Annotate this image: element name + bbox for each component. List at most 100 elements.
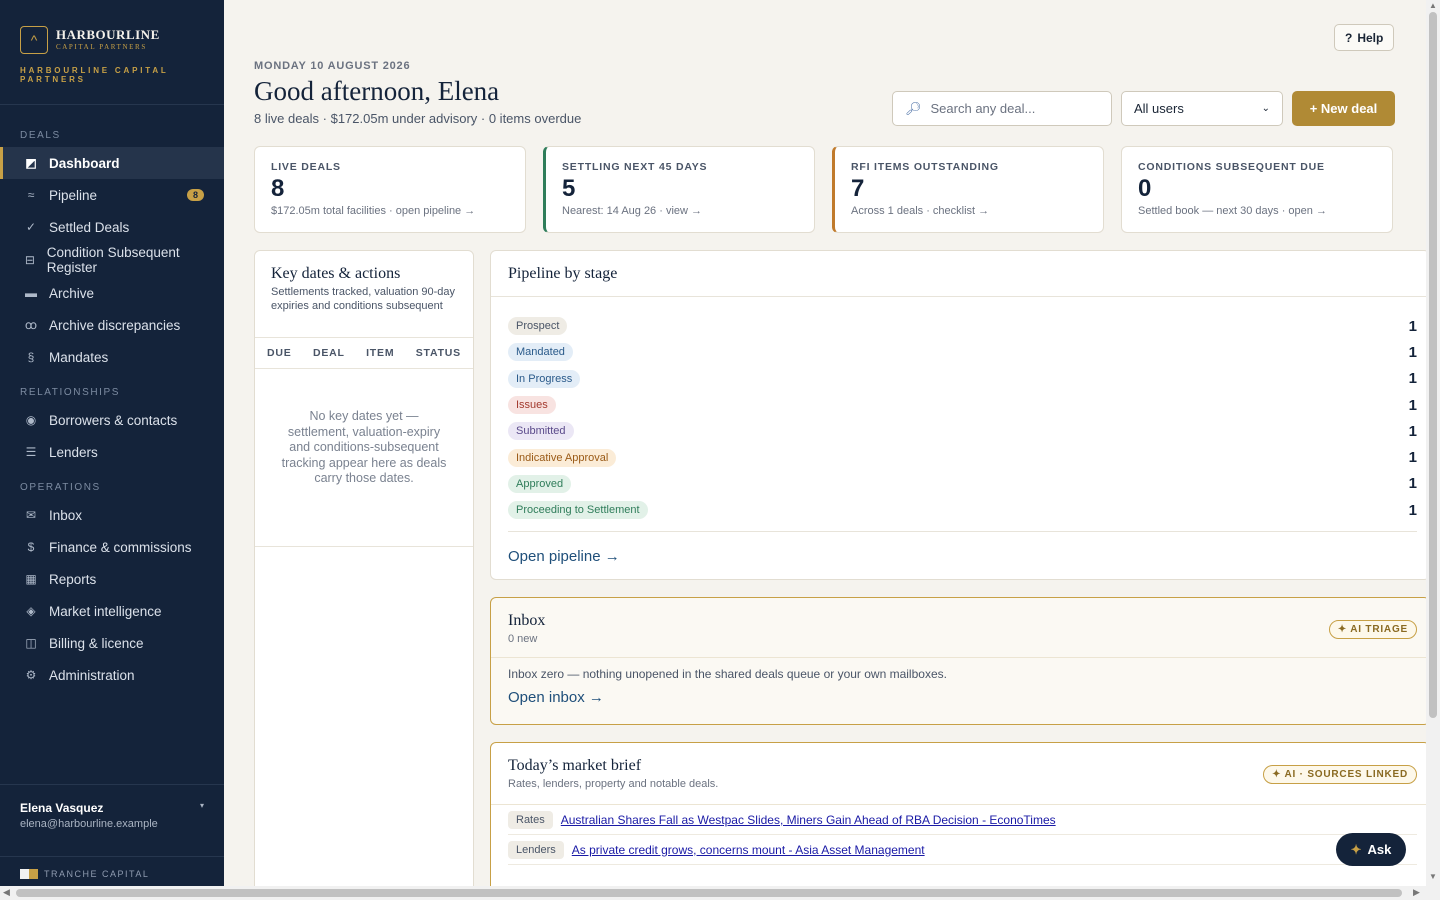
kpi-label: CONDITIONS SUBSEQUENT DUE	[1138, 161, 1325, 173]
help-label: Help	[1357, 30, 1384, 45]
stage-count: 1	[1408, 317, 1417, 335]
kpi-settling[interactable]: SETTLING NEXT 45 DAYS 5 Nearest: 14 Aug …	[543, 146, 815, 233]
col-item[interactable]: ITEM	[366, 347, 394, 359]
stage-pill: Approved	[508, 474, 572, 493]
kpi-value: 5	[562, 175, 576, 202]
section-icon: §	[27, 350, 35, 364]
scroll-right-icon[interactable]: ▶	[1413, 887, 1420, 898]
kpi-label: SETTLING NEXT 45 DAYS	[562, 161, 708, 173]
sidebar-item-mandates[interactable]: § Mandates	[0, 341, 224, 373]
sidebar-item-label: Settled Deals	[49, 219, 130, 235]
sidebar-item-lenders[interactable]: ☰ Lenders	[0, 436, 224, 468]
stage-count: 1	[1408, 422, 1417, 440]
stage-row[interactable]: Approved 1	[508, 471, 1417, 497]
kpi-rfi-items[interactable]: RFI ITEMS OUTSTANDING 7 Across 1 deals ·…	[832, 146, 1104, 233]
sidebar-item-label: Condition Subsequent Register	[46, 245, 180, 275]
kpi-subtext: Nearest: 14 Aug 26 · view →	[562, 205, 703, 217]
sidebar-item-archive[interactable]: ▬ Archive	[0, 277, 224, 309]
sidebar-item-inbox[interactable]: ✉ Inbox	[0, 499, 224, 531]
sidebar-item-label: Dashboard	[49, 155, 120, 171]
stage-row[interactable]: Prospect 1	[508, 313, 1417, 339]
stage-count: 1	[1408, 343, 1417, 361]
sidebar-item-billing[interactable]: ◫ Billing & licence	[0, 627, 224, 659]
sidebar-item-label: Reports	[49, 571, 97, 587]
sidebar-item-dashboard[interactable]: ◩ Dashboard	[0, 147, 224, 179]
sidebar-item-condition-register[interactable]: ⊟ Condition Subsequent Register	[0, 243, 224, 277]
kpi-label: LIVE DEALS	[271, 161, 341, 173]
sidebar-item-borrowers[interactable]: ◉ Borrowers & contacts	[0, 404, 224, 436]
inbox-title: Inbox	[508, 612, 546, 629]
horizontal-scrollbar[interactable]: ◀ ▶	[0, 886, 1440, 900]
stage-row[interactable]: Submitted 1	[508, 418, 1417, 444]
stage-count: 1	[1408, 370, 1417, 388]
stage-pill: Submitted	[508, 422, 574, 441]
stage-count: 1	[1408, 475, 1417, 493]
portfolio-summary: 8 live deals · $172.05m under advisory ·…	[254, 111, 582, 126]
scroll-left-icon[interactable]: ◀	[3, 887, 10, 898]
stage-row[interactable]: In Progress 1	[508, 366, 1417, 392]
brief-article-link[interactable]: Australian Shares Fall as Westpac Slides…	[561, 813, 1056, 827]
chevron-up-logo-icon: ^	[20, 26, 48, 54]
user-email: elena@harbourline.example	[20, 818, 158, 830]
nav-section-relationships: RELATIONSHIPS	[20, 387, 121, 398]
stage-row[interactable]: Indicative Approval 1	[508, 444, 1417, 470]
dashboard-icon: ◩	[25, 156, 37, 170]
user-filter-select[interactable]: All users ⌄	[1121, 91, 1283, 126]
caret-down-icon[interactable]: ▾	[200, 801, 204, 810]
search-input[interactable]	[930, 101, 1091, 116]
stage-pill: Prospect	[508, 317, 568, 336]
open-pipeline-link[interactable]: Open pipeline →	[508, 548, 620, 565]
scrollbar-thumb[interactable]	[16, 889, 1402, 897]
sidebar-item-pipeline[interactable]: ≈ Pipeline 8	[0, 179, 224, 211]
kpi-conditions-due[interactable]: CONDITIONS SUBSEQUENT DUE 0 Settled book…	[1121, 146, 1393, 233]
question-icon: ?	[1345, 30, 1353, 45]
col-deal[interactable]: DEAL	[313, 347, 345, 359]
sidebar-item-market-intelligence[interactable]: ◈ Market intelligence	[0, 595, 224, 627]
stage-count: 1	[1408, 501, 1417, 519]
deal-search[interactable]: 🔎︎	[892, 91, 1112, 126]
col-status[interactable]: STATUS	[416, 347, 461, 359]
new-deal-button[interactable]: + New deal	[1292, 91, 1395, 126]
kpi-label: RFI ITEMS OUTSTANDING	[851, 161, 999, 173]
inbox-message: Inbox zero — nothing unopened in the sha…	[508, 667, 947, 681]
scroll-up-icon[interactable]: ▲	[1429, 1, 1437, 10]
inbox-card: Inbox 0 new ✦ AI TRIAGE Inbox zero — not…	[490, 597, 1426, 725]
col-due[interactable]: DUE	[267, 347, 292, 359]
dollar-icon: $	[27, 540, 35, 554]
market-brief-subtitle: Rates, lenders, property and notable dea…	[508, 778, 719, 790]
sidebar-item-reports[interactable]: ▦ Reports	[0, 563, 224, 595]
envelope-icon: ✉	[25, 508, 37, 522]
ask-assistant-button[interactable]: ✦ Ask	[1336, 833, 1406, 866]
sidebar-item-label: Lenders	[49, 444, 98, 460]
stage-row[interactable]: Mandated 1	[508, 339, 1417, 365]
user-menu[interactable]: Elena Vasquez elena@harbourline.example …	[0, 784, 224, 830]
stage-row[interactable]: Issues 1	[508, 392, 1417, 418]
key-dates-header: DUE DEAL ITEM STATUS	[255, 338, 473, 369]
list-icon: ☰	[25, 445, 37, 459]
sidebar-item-finance[interactable]: $ Finance & commissions	[0, 531, 224, 563]
stage-pill: In Progress	[508, 369, 581, 388]
kpi-live-deals[interactable]: LIVE DEALS 8 $172.05m total facilities ·…	[254, 146, 526, 233]
sidebar-item-administration[interactable]: ⚙ Administration	[0, 659, 224, 691]
user-circle-icon: ◉	[25, 413, 37, 427]
user-name: Elena Vasquez	[20, 801, 104, 815]
list-item: Lenders As private credit grows, concern…	[508, 835, 1417, 865]
brief-category-tag: Rates	[508, 810, 553, 829]
stage-count: 1	[1408, 396, 1417, 414]
help-button[interactable]: ? Help	[1334, 24, 1395, 51]
kpi-value: 0	[1138, 175, 1152, 202]
sidebar-item-settled-deals[interactable]: ✓ Settled Deals	[0, 211, 224, 243]
brief-article-link[interactable]: As private credit grows, concerns mount …	[572, 843, 925, 857]
sidebar-item-archive-discrepancies[interactable]: ꝏ Archive discrepancies	[0, 309, 224, 341]
stage-row[interactable]: Proceeding to Settlement 1	[508, 497, 1417, 523]
open-inbox-link[interactable]: Open inbox →	[508, 689, 1412, 706]
brand-logo[interactable]: ^ HARBOURLINE CAPITAL PARTNERS	[20, 26, 204, 54]
brand-tagline: HARBOURLINE CAPITAL PARTNERS	[20, 66, 169, 84]
scroll-down-icon[interactable]: ▼	[1429, 872, 1437, 881]
vertical-scrollbar[interactable]: ▲ ▼	[1426, 0, 1440, 886]
scrollbar-thumb[interactable]	[1429, 12, 1437, 718]
archive-icon: ▬	[25, 286, 37, 300]
gear-icon: ⚙	[25, 668, 37, 682]
pipeline-count-badge: 8	[186, 189, 204, 201]
sidebar-item-label: Borrowers & contacts	[49, 412, 178, 428]
